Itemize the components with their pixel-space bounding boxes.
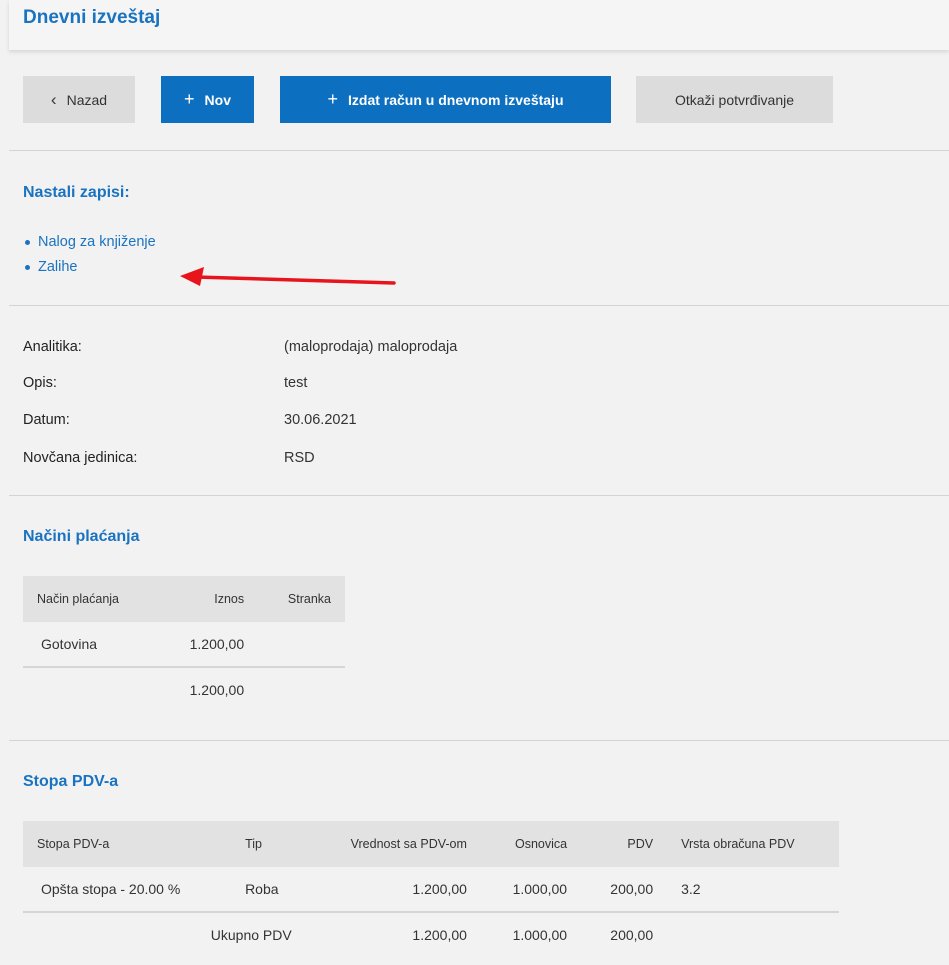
description-value: test (284, 375, 308, 391)
table-cell: 200,00 (581, 911, 668, 957)
payments-table: Način plaćanja Iznos Stranka Gotovina 1.… (23, 576, 345, 712)
top-bar: Dnevni izveštaj (9, 0, 949, 50)
column-header: Način plaćanja (23, 576, 158, 622)
column-header: Osnovica (480, 821, 582, 867)
column-header: Stranka (258, 576, 345, 622)
plus-icon: + (184, 89, 195, 109)
back-button[interactable]: ‹ Nazad (23, 76, 135, 123)
link-nalog-za-knjizenje[interactable]: Nalog za knjiženje (23, 232, 156, 257)
column-header: Stopa PDV-a (23, 821, 232, 867)
chevron-left-icon: ‹ (50, 89, 57, 109)
table-cell (667, 911, 839, 957)
divider (9, 305, 949, 306)
currency-label: Novčana jedinica: (23, 450, 138, 466)
table-cell: 1.000,00 (512, 881, 568, 897)
issue-invoice-button[interactable]: + Izdat račun u dnevnom izveštaju (280, 76, 611, 123)
records-title: Nastali zapisi: (23, 184, 130, 201)
divider (9, 740, 949, 741)
column-header: Vrsta obračuna PDV (667, 821, 839, 867)
table-row: Gotovina 1.200,00 (23, 622, 345, 667)
table-cell: 200,00 (610, 881, 654, 897)
page-title: Dnevni izveštaj (23, 7, 161, 28)
table-cell: 1.200,00 (189, 636, 245, 652)
total-row: 1.200,00 (23, 666, 345, 712)
divider (9, 150, 949, 151)
currency-value: RSD (284, 450, 315, 466)
vat-title: Stopa PDV-a (23, 773, 119, 790)
column-header: PDV (581, 821, 668, 867)
analytics-label: Analitika: (23, 339, 82, 355)
table-cell (258, 622, 345, 667)
cancel-confirmation-button-label: Otkaži potvrđivanje (674, 91, 795, 108)
payments-title: Načini plaćanja (23, 528, 140, 545)
table-cell: 1.200,00 (412, 881, 467, 897)
total-row: Ukupno PDV 1.200,00 1.000,00 200,00 (23, 911, 839, 957)
table-row: Opšta stopa - 20.00 % Roba 1.200,00 1.00… (23, 867, 839, 912)
back-button-label: Nazad (66, 91, 108, 108)
column-header: Iznos (157, 576, 259, 622)
table-cell: Opšta stopa - 20.00 % (41, 881, 181, 897)
table-cell (23, 666, 158, 712)
new-button[interactable]: + Nov (161, 76, 254, 123)
table-cell: 3.2 (681, 881, 701, 897)
column-header: Tip (231, 821, 306, 867)
new-button-label: Nov (204, 91, 231, 108)
table-cell: 1.000,00 (480, 911, 582, 957)
analytics-value: (maloprodaja) maloprodaja (284, 339, 458, 355)
date-value: 30.06.2021 (284, 412, 357, 428)
column-header: Vrednost sa PDV-om (305, 821, 481, 867)
table-header-row: Način plaćanja Iznos Stranka (23, 576, 345, 622)
table-header-row: Stopa PDV-a Tip Vrednost sa PDV-om Osnov… (23, 821, 839, 867)
description-label: Opis: (23, 375, 57, 391)
issue-invoice-button-label: Izdat račun u dnevnom izveštaju (348, 91, 564, 108)
payments-total: 1.200,00 (157, 666, 259, 712)
plus-icon: + (327, 89, 338, 109)
table-cell (258, 666, 345, 712)
date-label: Datum: (23, 412, 70, 428)
table-cell: 1.200,00 (305, 911, 481, 957)
table-cell: Gotovina (41, 636, 98, 652)
divider (9, 495, 949, 496)
red-arrow-annotation (180, 267, 396, 286)
records-list: Nalog za knjiženje Zalihe (23, 232, 156, 282)
vat-total-label: Ukupno PDV (23, 911, 306, 957)
vat-table: Stopa PDV-a Tip Vrednost sa PDV-om Osnov… (23, 821, 839, 957)
link-zalihe[interactable]: Zalihe (23, 257, 156, 282)
table-cell: Roba (245, 881, 279, 897)
cancel-confirmation-button[interactable]: Otkaži potvrđivanje (636, 76, 833, 123)
